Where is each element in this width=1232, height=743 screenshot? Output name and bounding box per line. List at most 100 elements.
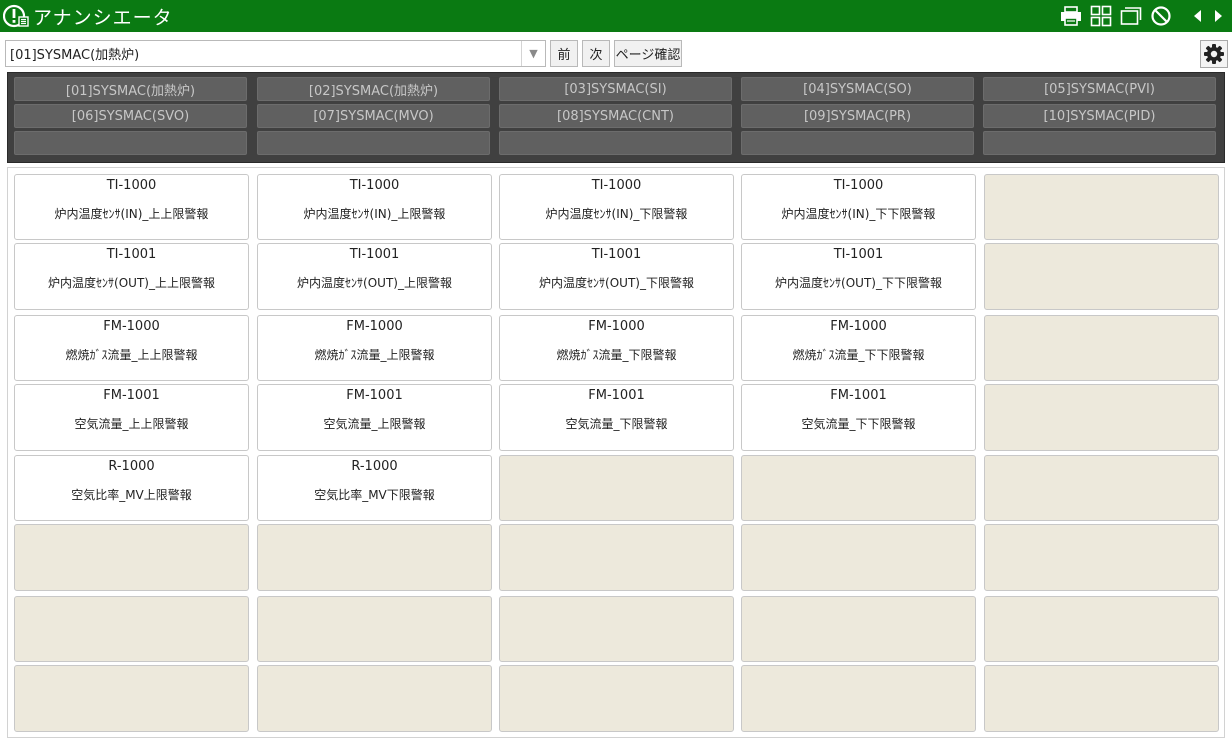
alarm-window[interactable]: FM-1001 空気流量_上限警報 (257, 384, 492, 451)
alarm-window[interactable]: TI-1001 炉内温度ｾﾝｻ(OUT)_下限警報 (499, 243, 734, 310)
alarm-window[interactable]: FM-1001 空気流量_下限警報 (499, 384, 734, 451)
alarm-message: 炉内温度ｾﾝｻ(IN)_下下限警報 (781, 207, 936, 221)
alarm-window[interactable]: TI-1000 炉内温度ｾﾝｻ(IN)_上上限警報 (14, 174, 249, 240)
page-tab[interactable]: [04]SYSMAC(SO) (741, 77, 974, 101)
empty-alarm-window (741, 665, 976, 732)
alarm-message: 炉内温度ｾﾝｻ(OUT)_下下限警報 (775, 276, 942, 290)
alarm-tag: FM-1001 (830, 388, 887, 403)
alarm-message: 空気比率_MV下限警報 (314, 488, 435, 502)
page-tab[interactable]: [02]SYSMAC(加熱炉) (257, 77, 490, 101)
alarm-message: 空気比率_MV上限警報 (71, 488, 192, 502)
page-tab[interactable] (257, 131, 490, 155)
page-tab[interactable]: [03]SYSMAC(SI) (499, 77, 732, 101)
page-tab[interactable] (499, 131, 732, 155)
prev-button[interactable]: 前 (550, 40, 578, 67)
alarm-message: 炉内温度ｾﾝｻ(IN)_上上限警報 (54, 207, 209, 221)
chevron-down-icon[interactable]: ▼ (521, 41, 545, 66)
alarm-message: 炉内温度ｾﾝｻ(OUT)_上限警報 (297, 276, 452, 290)
window-icon[interactable] (1120, 5, 1142, 27)
alert-info-icon (2, 3, 29, 29)
alarm-tag: TI-1000 (833, 178, 884, 193)
alarm-message: 空気流量_上上限警報 (74, 417, 189, 431)
arrow-right-icon[interactable] (1212, 5, 1226, 27)
empty-alarm-window (984, 524, 1219, 591)
empty-alarm-window (499, 455, 734, 521)
alarm-tag: TI-1001 (591, 247, 642, 262)
empty-alarm-window (499, 665, 734, 732)
page-tab[interactable]: [08]SYSMAC(CNT) (499, 104, 732, 128)
page-confirm-button[interactable]: ページ確認 (614, 40, 682, 67)
alarm-window[interactable]: FM-1001 空気流量_上上限警報 (14, 384, 249, 451)
alarm-message: 空気流量_下限警報 (565, 417, 668, 431)
empty-alarm-window (257, 665, 492, 732)
prohibit-icon[interactable] (1150, 5, 1172, 27)
alarm-message: 炉内温度ｾﾝｻ(IN)_下限警報 (545, 207, 688, 221)
page-tab[interactable] (983, 131, 1216, 155)
empty-alarm-window (984, 596, 1219, 662)
print-icon[interactable] (1060, 5, 1082, 27)
empty-alarm-window (257, 524, 492, 591)
empty-alarm-window (984, 174, 1219, 240)
page-tab[interactable] (741, 131, 974, 155)
alarm-tag: TI-1000 (591, 178, 642, 193)
empty-alarm-window (741, 524, 976, 591)
alarm-window[interactable]: FM-1000 燃焼ｶﾞｽ流量_下下限警報 (741, 315, 976, 381)
toolbar: [01]SYSMAC(加熱炉) ▼ 前 次 ページ確認 (0, 32, 1232, 72)
alarm-window[interactable]: TI-1000 炉内温度ｾﾝｻ(IN)_下限警報 (499, 174, 734, 240)
empty-alarm-window (741, 596, 976, 662)
alarm-tag: FM-1000 (346, 319, 403, 334)
page-select[interactable]: [01]SYSMAC(加熱炉) ▼ (5, 40, 546, 67)
page-tab[interactable]: [05]SYSMAC(PVI) (983, 77, 1216, 101)
alarm-window[interactable]: TI-1001 炉内温度ｾﾝｻ(OUT)_上上限警報 (14, 243, 249, 310)
alarm-message: 燃焼ｶﾞｽ流量_下下限警報 (792, 348, 925, 362)
alarm-window[interactable]: TI-1001 炉内温度ｾﾝｻ(OUT)_上限警報 (257, 243, 492, 310)
empty-alarm-window (14, 524, 249, 591)
alarm-message: 空気流量_下下限警報 (801, 417, 916, 431)
next-button[interactable]: 次 (582, 40, 610, 67)
alarm-window[interactable]: TI-1000 炉内温度ｾﾝｻ(IN)_下下限警報 (741, 174, 976, 240)
alarm-message: 炉内温度ｾﾝｻ(OUT)_下限警報 (539, 276, 694, 290)
empty-alarm-window (984, 455, 1219, 521)
alarm-tag: R-1000 (108, 459, 155, 474)
empty-alarm-window (499, 524, 734, 591)
alarm-tag: FM-1001 (588, 388, 645, 403)
grid-layout-icon[interactable] (1090, 5, 1112, 27)
alarm-message: 空気流量_上限警報 (323, 417, 426, 431)
alarm-message: 燃焼ｶﾞｽ流量_下限警報 (556, 348, 677, 362)
alarm-window[interactable]: R-1000 空気比率_MV上限警報 (14, 455, 249, 521)
empty-alarm-window (499, 596, 734, 662)
alarm-tag: FM-1001 (103, 388, 160, 403)
arrow-left-icon[interactable] (1190, 5, 1204, 27)
app-title: アナンシエータ (33, 6, 173, 29)
alarm-tag: FM-1000 (588, 319, 645, 334)
alarm-tag: FM-1000 (830, 319, 887, 334)
alarm-tag: TI-1000 (349, 178, 400, 193)
empty-alarm-window (257, 596, 492, 662)
title-bar: アナンシエータ (0, 0, 1232, 32)
alarm-window[interactable]: FM-1001 空気流量_下下限警報 (741, 384, 976, 451)
page-tab[interactable]: [01]SYSMAC(加熱炉) (14, 77, 247, 101)
page-tab[interactable]: [07]SYSMAC(MVO) (257, 104, 490, 128)
alarm-tag: TI-1000 (106, 178, 157, 193)
alarm-message: 炉内温度ｾﾝｻ(OUT)_上上限警報 (48, 276, 215, 290)
empty-alarm-window (984, 243, 1219, 310)
page-tab[interactable]: [10]SYSMAC(PID) (983, 104, 1216, 128)
alarm-grid: TI-1000 炉内温度ｾﾝｻ(IN)_上上限警報 TI-1000 炉内温度ｾﾝｻ(I… (7, 167, 1225, 738)
empty-alarm-window (984, 665, 1219, 732)
alarm-window[interactable]: FM-1000 燃焼ｶﾞｽ流量_上限警報 (257, 315, 492, 381)
alarm-window[interactable]: R-1000 空気比率_MV下限警報 (257, 455, 492, 521)
gear-icon[interactable] (1200, 40, 1228, 68)
alarm-message: 燃焼ｶﾞｽ流量_上限警報 (314, 348, 435, 362)
page-tab[interactable]: [09]SYSMAC(PR) (741, 104, 974, 128)
page-tab[interactable] (14, 131, 247, 155)
alarm-window[interactable]: FM-1000 燃焼ｶﾞｽ流量_上上限警報 (14, 315, 249, 381)
alarm-window[interactable]: FM-1000 燃焼ｶﾞｽ流量_下限警報 (499, 315, 734, 381)
page-tab[interactable]: [06]SYSMAC(SVO) (14, 104, 247, 128)
alarm-tag: TI-1001 (833, 247, 884, 262)
page-select-value: [01]SYSMAC(加熱炉) (10, 48, 140, 63)
alarm-tag: TI-1001 (349, 247, 400, 262)
alarm-window[interactable]: TI-1000 炉内温度ｾﾝｻ(IN)_上限警報 (257, 174, 492, 240)
alarm-tag: R-1000 (351, 459, 398, 474)
empty-alarm-window (984, 315, 1219, 381)
alarm-window[interactable]: TI-1001 炉内温度ｾﾝｻ(OUT)_下下限警報 (741, 243, 976, 310)
